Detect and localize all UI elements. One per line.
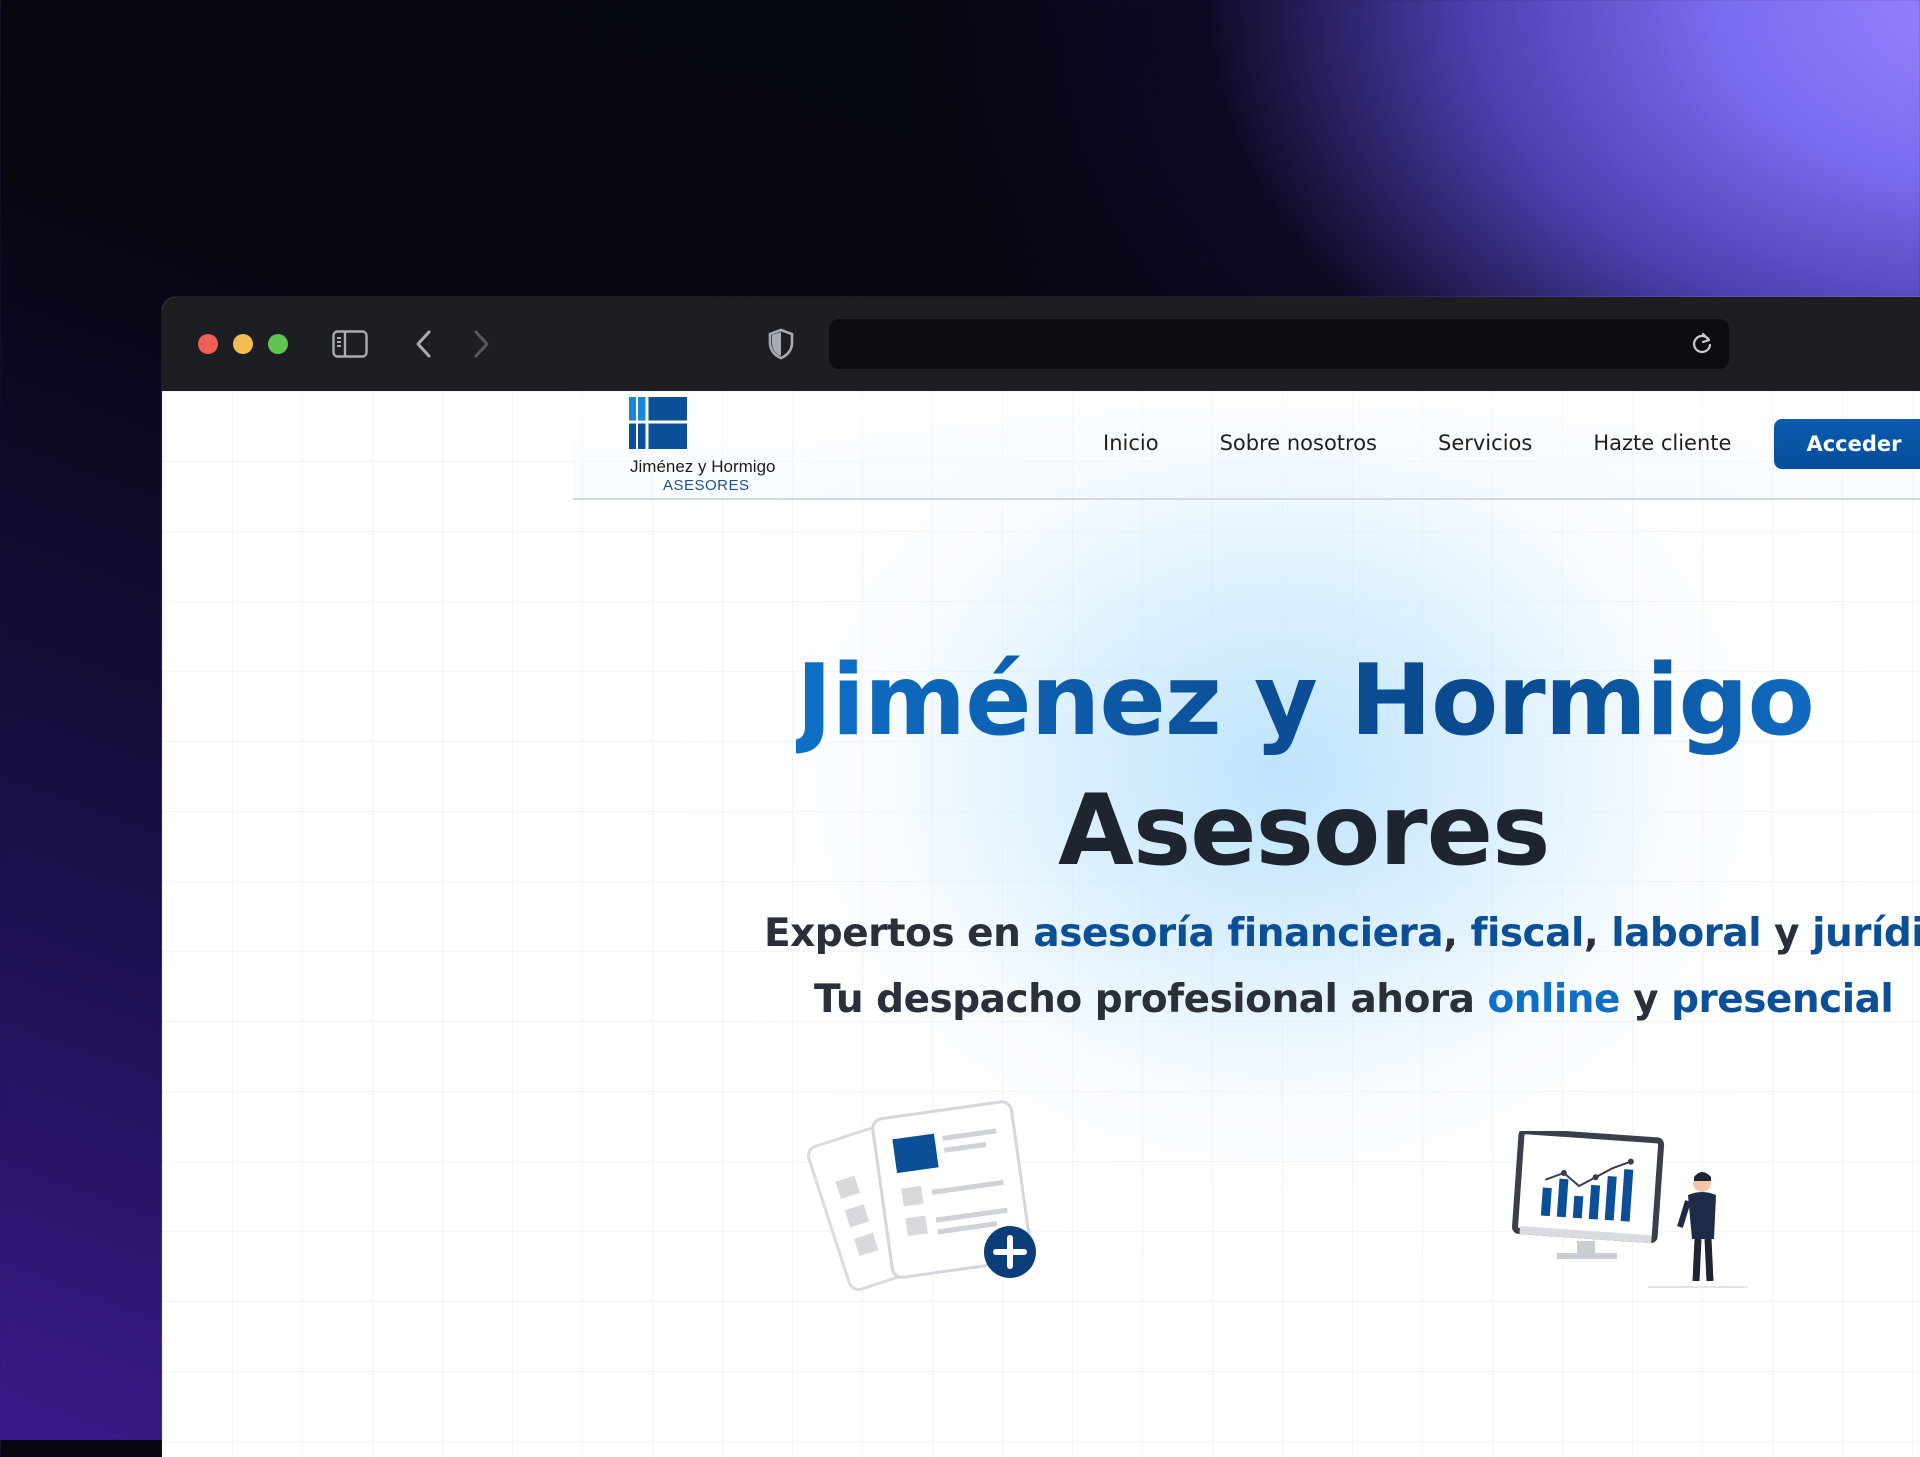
reload-icon[interactable] (1689, 331, 1715, 357)
back-arrow-icon[interactable] (410, 327, 438, 361)
page-viewport: Jiménez y Hormigo ASESORES Inicio Sobre … (162, 391, 1920, 1457)
maximize-window-button[interactable] (268, 334, 288, 354)
subtitle-text: y (1761, 911, 1813, 956)
privacy-shield-icon[interactable] (766, 327, 796, 361)
nav-link-inicio[interactable]: Inicio (1103, 431, 1159, 455)
nav-link-servicios[interactable]: Servicios (1438, 431, 1532, 455)
nav-link-hazte-cliente[interactable]: Hazte cliente (1593, 431, 1731, 455)
site-logo[interactable]: Jiménez y Hormigo ASESORES (629, 397, 809, 494)
nav-link-sobre-nosotros[interactable]: Sobre nosotros (1220, 431, 1377, 455)
subtitle-text: , (1583, 911, 1612, 956)
site-header: Jiménez y Hormigo ASESORES Inicio Sobre … (573, 391, 1920, 500)
subtitle-text: y (1620, 977, 1672, 1022)
browser-window: Jiménez y Hormigo ASESORES Inicio Sobre … (162, 297, 1920, 1457)
logo-subtitle: ASESORES (663, 477, 750, 494)
subtitle-text: Expertos en (764, 911, 1034, 956)
highlight-asesoria: asesoría financiera (1033, 911, 1444, 956)
sidebar-toggle-icon[interactable] (332, 327, 368, 361)
hero-title-line1: Jiménez y Hormigo (796, 641, 1815, 761)
highlight-presencial: presencial (1671, 977, 1894, 1022)
acceder-button[interactable]: Acceder (1774, 419, 1920, 469)
highlight-online: online (1487, 977, 1621, 1022)
minimize-window-button[interactable] (233, 334, 253, 354)
subtitle-text: , (1443, 911, 1471, 956)
highlight-laboral: laboral (1611, 911, 1762, 956)
address-bar[interactable] (829, 319, 1729, 369)
hero-subtitle-modalidad: Tu despacho profesional ahora online y p… (814, 977, 1894, 1022)
highlight-fiscal: fiscal (1470, 911, 1584, 956)
subtitle-text: Tu despacho profesional ahora (814, 977, 1488, 1022)
logo-mark-icon (629, 397, 687, 449)
documents-illustration (807, 1100, 1036, 1291)
highlight-juridica: jurídica (1812, 911, 1920, 956)
hero-title-line2: Asesores (1058, 774, 1550, 888)
analytics-illustration (1512, 1131, 1748, 1288)
browser-toolbar (162, 297, 1920, 391)
logo-name: Jiménez y Hormigo (630, 457, 776, 476)
hero-subtitle-services: Expertos en asesoría financiera, fiscal,… (764, 911, 1920, 956)
close-window-button[interactable] (198, 334, 218, 354)
main-nav: Inicio Sobre nosotros Servicios Hazte cl… (1103, 431, 1792, 455)
forward-arrow-icon[interactable] (467, 327, 495, 361)
